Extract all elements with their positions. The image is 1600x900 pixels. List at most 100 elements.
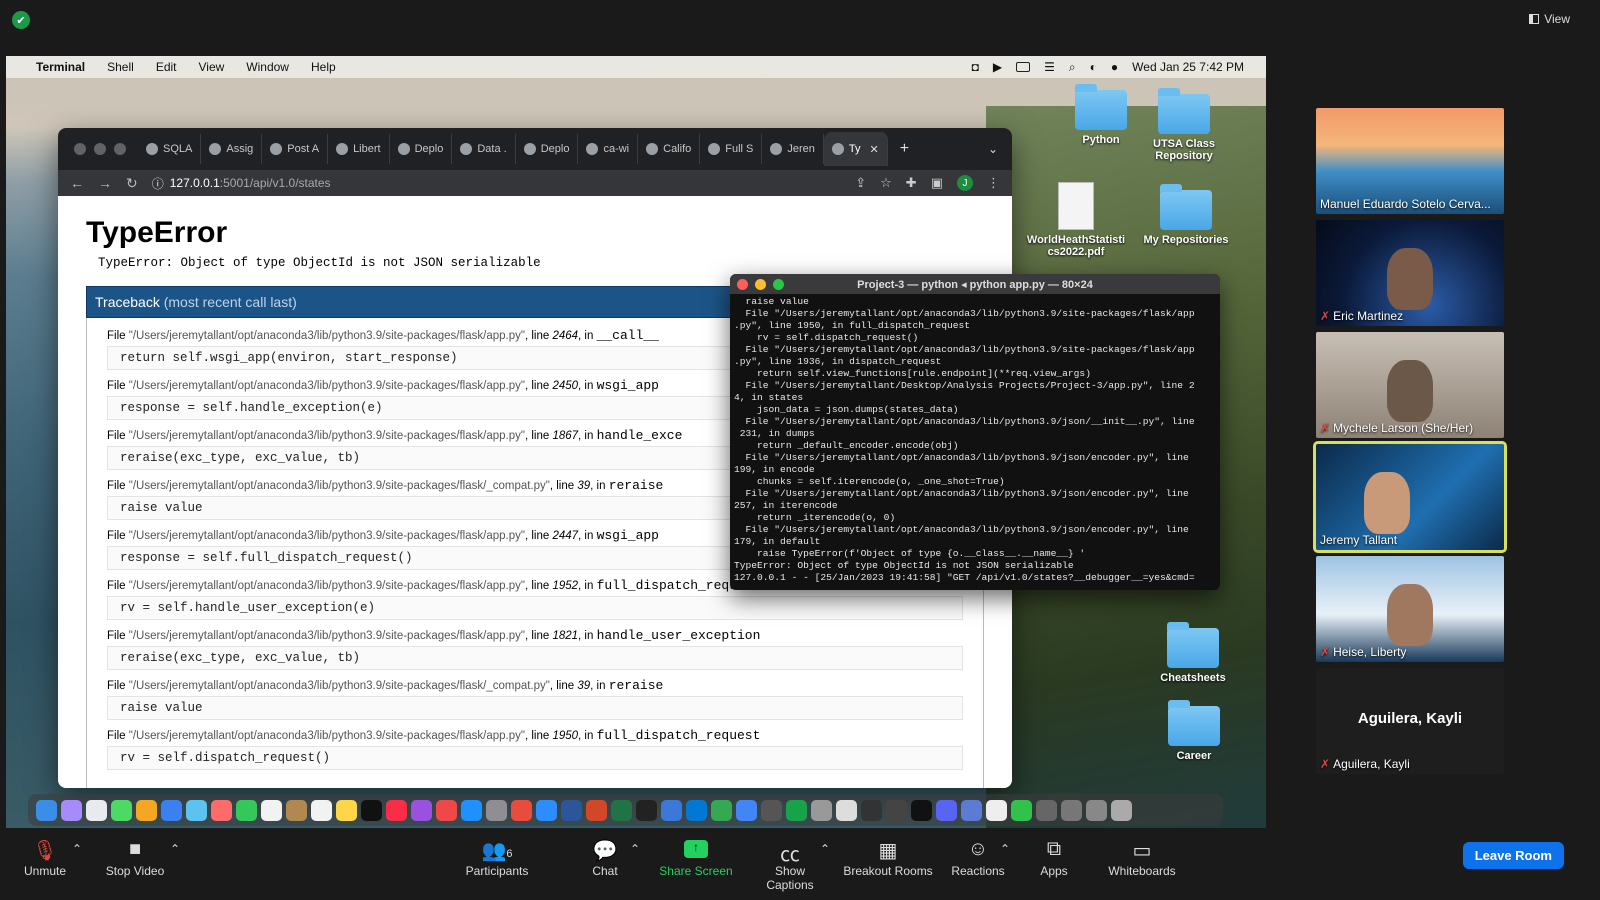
close-tab-icon[interactable]: ✕ (870, 143, 879, 156)
menu-edit[interactable]: Edit (156, 60, 177, 74)
music-icon[interactable] (386, 799, 407, 821)
frame-code[interactable]: rv = self.handle_user_exception(e) (107, 596, 963, 620)
menu-clock[interactable]: Wed Jan 25 7:42 PM (1132, 60, 1244, 74)
apps-button[interactable]: ⧉ Apps (1036, 838, 1072, 878)
news-icon[interactable] (436, 799, 457, 821)
app-icon[interactable] (961, 799, 982, 821)
chat-options-chevron-icon[interactable]: ⌃ (628, 842, 642, 856)
zoom-window-button[interactable] (114, 143, 126, 155)
mail-icon[interactable] (161, 799, 182, 821)
control-center-icon[interactable]: ◐ (1090, 60, 1097, 74)
google-docs-icon[interactable] (736, 799, 757, 821)
profile-avatar[interactable]: J (957, 175, 973, 191)
security-shield-icon[interactable]: ✔ (12, 11, 30, 29)
finder-icon[interactable] (36, 799, 57, 821)
clock-icon[interactable] (986, 799, 1007, 821)
google-drive-icon[interactable] (711, 799, 732, 821)
participants-button[interactable]: 👥6 Participants (464, 838, 530, 878)
traceback-frame[interactable]: File "/Users/jeremytallant/opt/anaconda3… (107, 678, 963, 720)
leave-room-button[interactable]: Leave Room (1462, 842, 1564, 869)
frame-code[interactable]: reraise(exc_type, exc_value, tb) (107, 646, 963, 670)
browser-tab[interactable]: ca-wi (578, 134, 639, 164)
menu-app-name[interactable]: Terminal (36, 60, 85, 74)
tab-search-chevron-icon[interactable]: ⌄ (988, 142, 998, 156)
terminal-output[interactable]: raise value File "/Users/jeremytallant/o… (730, 294, 1220, 586)
video-options-chevron-icon[interactable]: ⌃ (168, 842, 182, 856)
recent-window-icon[interactable] (1086, 799, 1107, 821)
system-preferences-icon[interactable] (486, 799, 507, 821)
contacts-icon[interactable] (286, 799, 307, 821)
launchpad-icon[interactable] (61, 799, 82, 821)
excel-icon[interactable] (611, 799, 632, 821)
menu-view[interactable]: View (199, 60, 225, 74)
audio-options-chevron-icon[interactable]: ⌃ (70, 842, 84, 856)
app-store-icon[interactable] (461, 799, 482, 821)
browser-tab[interactable]: Califo (638, 134, 701, 164)
app-icon[interactable] (511, 799, 532, 821)
vscode-icon[interactable] (686, 799, 707, 821)
chat-button[interactable]: 💬 Chat (590, 838, 620, 878)
reminders-icon[interactable] (311, 799, 332, 821)
participant-tile-no-video[interactable]: Aguilera, Kayli ✗ Aguilera, Kayli (1316, 668, 1504, 774)
address-bar[interactable]: ⓘ 127.0.0.1:5001/api/v1.0/states (152, 175, 856, 192)
calendar-icon[interactable] (261, 799, 282, 821)
app-icon[interactable] (811, 799, 832, 821)
desktop-folder-cheatsheets[interactable]: Cheatsheets (1143, 622, 1243, 684)
battery-icon[interactable] (1016, 62, 1031, 72)
browser-tab[interactable]: Full S (700, 134, 763, 164)
photos-icon[interactable] (136, 799, 157, 821)
browser-tab[interactable]: SQLA (138, 134, 202, 164)
wifi-icon[interactable]: ☰ (1044, 60, 1055, 74)
maps-icon[interactable] (186, 799, 207, 821)
app-icon[interactable] (786, 799, 807, 821)
zoom-icon[interactable] (536, 799, 557, 821)
participant-tile[interactable]: Manuel Eduardo Sotelo Cerva... (1316, 108, 1504, 214)
app-icon[interactable] (761, 799, 782, 821)
browser-tab[interactable]: Libert (328, 134, 390, 164)
desktop-folder-career[interactable]: Career (1144, 700, 1244, 762)
share-screen-button[interactable]: ↑ Share Screen (656, 838, 736, 878)
app-icon[interactable] (861, 799, 882, 821)
terminal-window[interactable]: Project-3 — python ◂ python app.py — 80×… (730, 274, 1220, 590)
recent-window-icon[interactable] (1036, 799, 1057, 821)
frame-code[interactable]: rv = self.dispatch_request() (107, 746, 963, 770)
messages-icon[interactable] (111, 799, 132, 821)
desktop-folder-utsa[interactable]: UTSA Class Repository (1134, 88, 1234, 162)
terminal-icon[interactable] (911, 799, 932, 821)
frame-code[interactable]: raise value (107, 696, 963, 720)
browser-tab-active[interactable]: Ty ✕ (823, 132, 888, 166)
chrome-icon[interactable] (86, 799, 107, 821)
browser-tab[interactable]: Data . (452, 134, 516, 164)
participant-tile-active-speaker[interactable]: Jeremy Tallant (1313, 441, 1507, 553)
bookmark-star-icon[interactable]: ☆ (880, 175, 892, 191)
stop-video-button[interactable]: ■ Stop Video (104, 838, 166, 878)
close-window-button[interactable] (74, 143, 86, 155)
view-button[interactable]: View (1529, 12, 1570, 26)
traceback-frame[interactable]: File "/Users/jeremytallant/opt/anaconda3… (107, 728, 963, 770)
browser-tab[interactable]: Jeren (762, 134, 824, 164)
word-icon[interactable] (561, 799, 582, 821)
discord-icon[interactable] (936, 799, 957, 821)
traceback-frame[interactable]: File "/Users/jeremytallant/opt/anaconda3… (107, 628, 963, 670)
minimize-window-button[interactable] (94, 143, 106, 155)
facetime-icon[interactable] (236, 799, 257, 821)
back-button[interactable]: ← (70, 175, 84, 192)
new-tab-button[interactable]: + (900, 140, 909, 158)
trash-icon[interactable] (1111, 799, 1132, 821)
unmute-button[interactable]: 🎙 Unmute (22, 838, 68, 878)
siri-icon[interactable]: ● (1111, 60, 1118, 74)
desktop-folder-repositories[interactable]: My Repositories (1136, 184, 1236, 246)
powerpoint-icon[interactable] (586, 799, 607, 821)
breakout-rooms-button[interactable]: ▦ Breakout Rooms (842, 838, 934, 878)
participant-tile[interactable]: ✗ Heise, Liberty (1316, 556, 1504, 662)
activity-monitor-icon[interactable] (886, 799, 907, 821)
extensions-puzzle-icon[interactable]: ✚ (906, 175, 917, 191)
site-info-icon[interactable]: ⓘ (152, 175, 164, 192)
app-icon[interactable] (661, 799, 682, 821)
browser-tab[interactable]: Assig (201, 134, 263, 164)
forward-button[interactable]: → (98, 175, 112, 192)
participant-tile[interactable]: ✗ Eric Martinez (1316, 220, 1504, 326)
share-icon[interactable]: ⇪ (855, 175, 866, 191)
recent-window-icon[interactable] (1061, 799, 1082, 821)
numbers-icon[interactable] (1011, 799, 1032, 821)
